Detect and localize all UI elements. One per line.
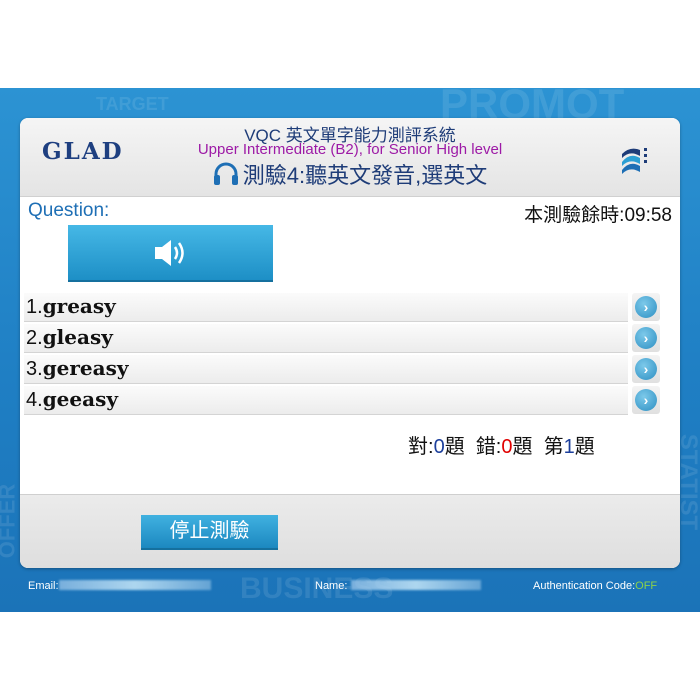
option-row-3[interactable]: 3.gereasy [24, 355, 628, 384]
chevron-right-icon: › [635, 327, 657, 349]
option-row-4[interactable]: 4.geeasy [24, 386, 628, 415]
chevron-right-icon: › [635, 389, 657, 411]
auth-code: Authentication Code:OFF [533, 580, 658, 592]
level-subtitle: Upper Intermediate (B2), for Senior High… [197, 141, 503, 158]
main-panel: GLAD VQC 英文單字能力測評系統 Upper Intermediate (… [20, 118, 680, 568]
option-label: 4.geeasy [26, 387, 118, 411]
speaker-icon [152, 235, 190, 271]
option-label: 2.gleasy [26, 325, 113, 349]
play-audio-button[interactable] [68, 225, 273, 282]
select-option-3-button[interactable]: › [632, 355, 660, 383]
question-number: 1 [563, 436, 575, 458]
timer: 本測驗餘時:09:58 [524, 200, 672, 227]
name-field: Name: [315, 580, 482, 592]
header: GLAD VQC 英文單字能力測評系統 Upper Intermediate (… [20, 118, 680, 197]
app-background: TARGET PROMOT BUSINESS OFFER STATIST GLA… [0, 88, 700, 612]
select-option-4-button[interactable]: › [632, 386, 660, 414]
correct-count: 0 [433, 436, 445, 458]
redacted-name [351, 580, 482, 590]
email-field: Email: [28, 580, 211, 592]
redacted-email [58, 580, 211, 590]
background-word: OFFER [0, 483, 20, 559]
question-label: Question: [28, 200, 110, 221]
option-label: 1.greasy [26, 294, 116, 318]
score-summary: 對:0題 錯:0題 第1題 [408, 436, 595, 458]
stop-test-button[interactable]: 停止測驗 [141, 515, 278, 550]
timer-value: 09:58 [624, 205, 672, 226]
chevron-right-icon: › [635, 296, 657, 318]
option-row-2[interactable]: 2.gleasy [24, 324, 628, 353]
chevron-right-icon: › [635, 358, 657, 380]
auth-code-value: OFF [635, 580, 658, 592]
wrong-count: 0 [501, 436, 513, 458]
option-label: 3.gereasy [26, 356, 129, 380]
test-title: 測驗4:聽英文發音,選英文 [20, 158, 680, 192]
headphones-icon [213, 162, 239, 192]
select-option-1-button[interactable]: › [632, 293, 660, 321]
select-option-2-button[interactable]: › [632, 324, 660, 352]
panel-footer [20, 494, 680, 568]
timer-label: 本測驗餘時: [524, 205, 625, 226]
background-word: TARGET [96, 94, 169, 114]
test-title-text: 測驗4:聽英文發音,選英文 [242, 163, 488, 188]
book-logo-icon [620, 140, 658, 176]
option-row-1[interactable]: 1.greasy [24, 293, 628, 322]
